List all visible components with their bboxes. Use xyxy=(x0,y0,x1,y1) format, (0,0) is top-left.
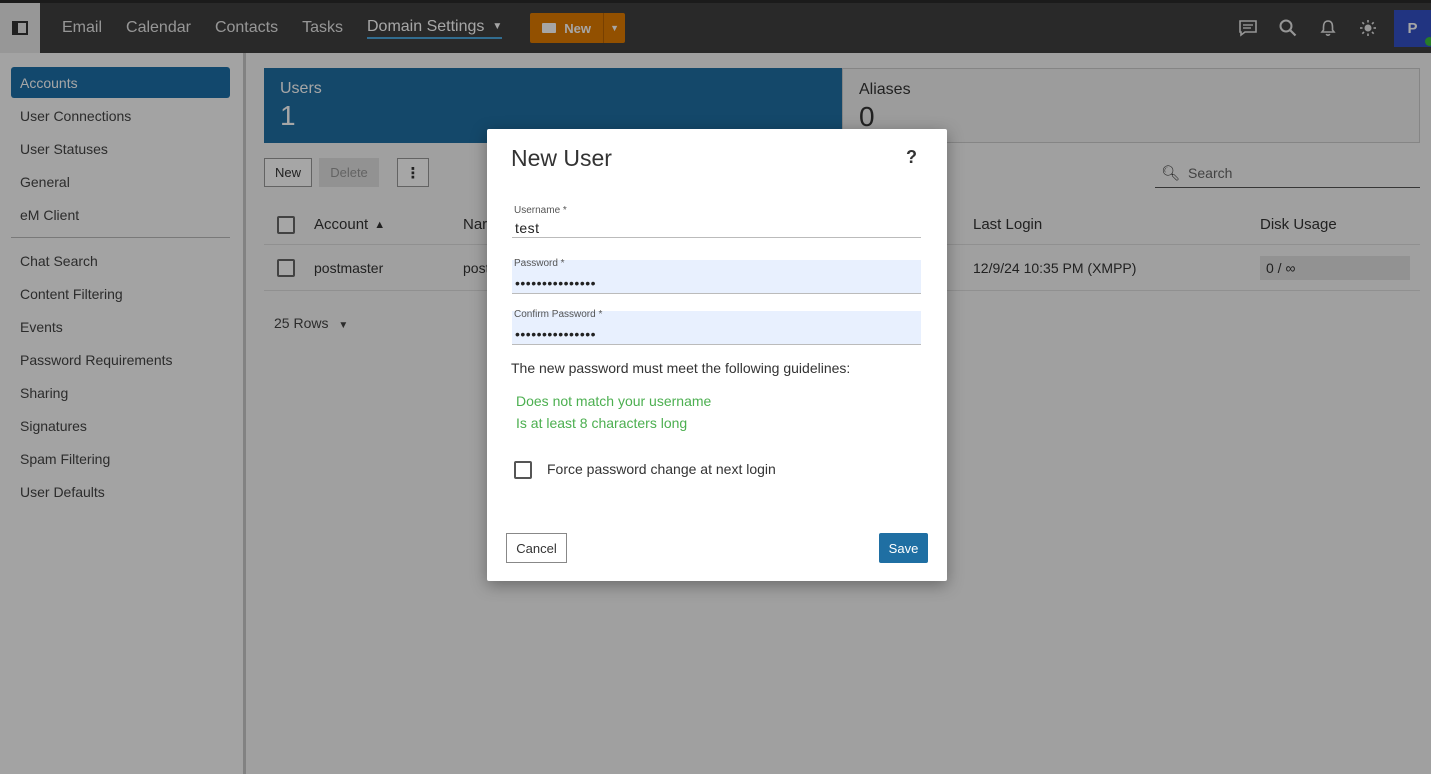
new-user-dialog: New User ? Username * test Password * ••… xyxy=(487,129,947,581)
guideline-intro: The new password must meet the following… xyxy=(511,360,851,376)
guideline-item: Is at least 8 characters long xyxy=(516,415,688,431)
password-value: ••••••••••••••• xyxy=(515,275,597,291)
dialog-title: New User xyxy=(511,145,612,171)
username-label: Username * xyxy=(514,205,567,216)
cancel-button[interactable]: Cancel xyxy=(506,533,567,563)
password-label: Password * xyxy=(514,258,565,269)
confirm-password-value: ••••••••••••••• xyxy=(515,326,597,342)
force-password-change-checkbox[interactable] xyxy=(514,461,532,479)
username-value: test xyxy=(515,220,540,236)
help-icon[interactable]: ? xyxy=(906,147,917,168)
force-password-change-label[interactable]: Force password change at next login xyxy=(547,461,776,477)
save-button[interactable]: Save xyxy=(879,533,928,563)
password-field[interactable]: Password * ••••••••••••••• xyxy=(512,258,921,294)
username-field[interactable]: Username * test xyxy=(512,205,921,238)
confirm-password-field[interactable]: Confirm Password * ••••••••••••••• xyxy=(512,309,921,345)
confirm-password-label: Confirm Password * xyxy=(514,309,603,320)
guideline-item: Does not match your username xyxy=(516,393,712,409)
